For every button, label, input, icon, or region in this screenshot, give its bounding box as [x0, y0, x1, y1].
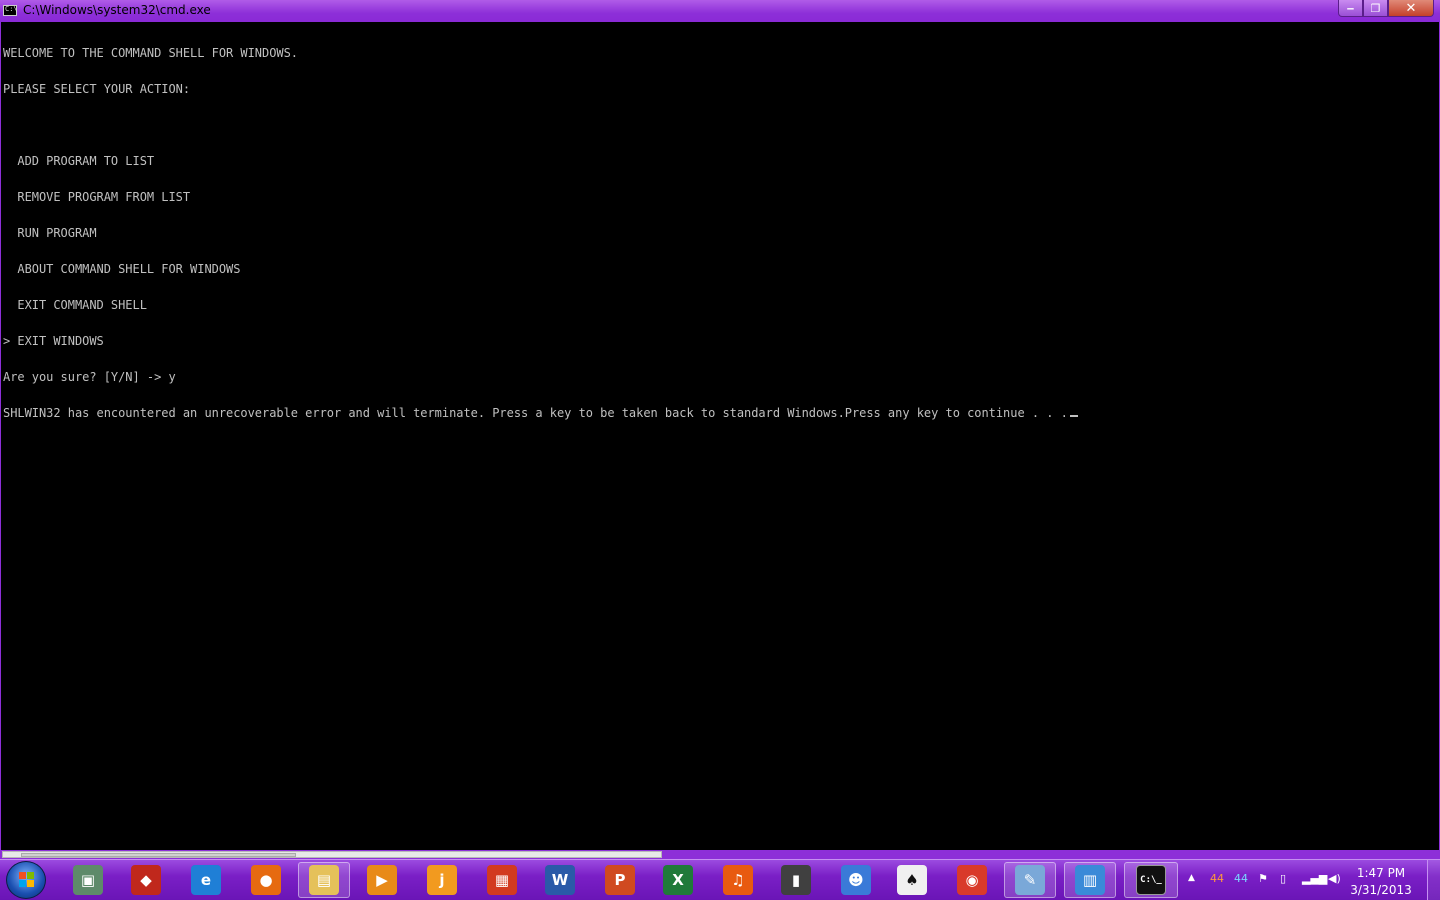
show-hidden-icons-button[interactable]: ▲ — [1188, 873, 1195, 883]
taskbar-item-windows-explorer[interactable]: ▤ — [298, 862, 350, 898]
console-text: WELCOME TO THE COMMAND SHELL FOR WINDOWS… — [3, 23, 1078, 443]
taskbar-item-firefox[interactable]: ● — [240, 862, 292, 898]
network-icon[interactable]: ▂▄▆ — [1302, 872, 1327, 885]
taskbar-item-word[interactable]: W — [534, 862, 586, 898]
console-line: WELCOME TO THE COMMAND SHELL FOR WINDOWS… — [3, 46, 298, 60]
user-icon: ☻ — [841, 865, 871, 895]
excel-icon: X — [663, 865, 693, 895]
horizontal-scrollbar-frame — [0, 850, 1440, 859]
paint-shapes-icon: ◆ — [131, 865, 161, 895]
computer-icon: ▣ — [73, 865, 103, 895]
menu-option-exit-shell: EXIT COMMAND SHELL — [3, 298, 147, 312]
chrome-icon: ◉ — [957, 865, 987, 895]
action-center-flag-icon[interactable]: ⚑ — [1258, 872, 1268, 885]
error-message-line: SHLWIN32 has encountered an unrecoverabl… — [3, 407, 1078, 419]
menu-option-about: ABOUT COMMAND SHELL FOR WINDOWS — [3, 262, 241, 276]
show-desktop-button[interactable] — [1427, 860, 1440, 900]
taskbar-item-computer[interactable]: ▣ — [62, 862, 114, 898]
cmd-window-icon[interactable] — [3, 5, 18, 16]
paint-icon: ✎ — [1015, 865, 1045, 895]
taskbar-item-movie-maker[interactable]: ▮ — [770, 862, 822, 898]
taskbar-item-media-player[interactable]: ▶ — [356, 862, 408, 898]
joinme-icon: j — [427, 865, 457, 895]
taskbar-item-internet-explorer[interactable]: e — [180, 862, 232, 898]
taskbar-item-excel[interactable]: X — [652, 862, 704, 898]
firefox-icon: ● — [251, 865, 281, 895]
taskbar-item-user[interactable]: ☻ — [830, 862, 882, 898]
horizontal-scrollbar[interactable] — [2, 851, 662, 858]
window-controls: ‒ ❐ ✕ — [1338, 0, 1434, 18]
error-message: SHLWIN32 has encountered an unrecoverabl… — [3, 406, 1068, 420]
console-output-area[interactable]: WELCOME TO THE COMMAND SHELL FOR WINDOWS… — [0, 22, 1440, 850]
taskbar-item-chrome[interactable]: ◉ — [946, 862, 998, 898]
taskbar-item-paint[interactable]: ✎ — [1004, 862, 1056, 898]
audacity-icon: ♫ — [723, 865, 753, 895]
taskbar-item-cmd[interactable]: C:\_ — [1124, 862, 1178, 898]
cmd-icon: C:\_ — [1136, 865, 1166, 895]
text-cursor — [1069, 415, 1078, 417]
media-player-icon: ▶ — [367, 865, 397, 895]
confirm-prompt: Are you sure? [Y/N] -> y — [3, 370, 176, 384]
scrollbar-thumb[interactable] — [21, 853, 296, 857]
window-title: C:\Windows\system32\cmd.exe — [23, 3, 211, 17]
taskbar-item-joinme[interactable]: j — [416, 862, 468, 898]
taskbar-item-paint-shapes[interactable]: ◆ — [120, 862, 172, 898]
taskbar: ▣ ◆ e ● ▤ ▶ j ▦ W P X ♫ ▮ ☻ ♠ ◉ ✎ ▥ C:\_ ▲ 44 44 ⚑ ▯ ▂▄▆ ◀… — [0, 859, 1440, 900]
office-icon: ▦ — [487, 865, 517, 895]
control-panel-icon: ▥ — [1075, 865, 1105, 895]
taskbar-item-office[interactable]: ▦ — [476, 862, 528, 898]
taskbar-item-control-panel[interactable]: ▥ — [1064, 862, 1116, 898]
menu-option-exit-windows: > EXIT WINDOWS — [3, 334, 104, 348]
word-icon: W — [545, 865, 575, 895]
close-button[interactable]: ✕ — [1388, 0, 1434, 17]
solitaire-icon: ♠ — [897, 865, 927, 895]
menu-option-run-program: RUN PROGRAM — [3, 226, 97, 240]
taskbar-item-powerpoint[interactable]: P — [594, 862, 646, 898]
clock-time[interactable]: 1:47 PM — [1346, 866, 1416, 880]
window-titlebar[interactable]: C:\Windows\system32\cmd.exe ‒ ❐ ✕ — [0, 0, 1440, 22]
maximize-button[interactable]: ❐ — [1363, 0, 1388, 17]
taskbar-item-audacity[interactable]: ♫ — [712, 862, 764, 898]
windows-explorer-icon: ▤ — [309, 865, 339, 895]
temp-indicator-1[interactable]: 44 — [1210, 872, 1224, 885]
internet-explorer-icon: e — [191, 865, 221, 895]
power-icon[interactable]: ▯ — [1280, 872, 1286, 885]
menu-option-add-program: ADD PROGRAM TO LIST — [3, 154, 155, 168]
system-tray: ▲ 44 44 ⚑ ▯ ▂▄▆ ◀) 1:47 PM 3/31/2013 — [1180, 860, 1440, 900]
taskbar-item-solitaire[interactable]: ♠ — [886, 862, 938, 898]
movie-maker-icon: ▮ — [781, 865, 811, 895]
start-button[interactable] — [6, 861, 46, 899]
minimize-button[interactable]: ‒ — [1338, 0, 1363, 17]
console-line: PLEASE SELECT YOUR ACTION: — [3, 82, 191, 96]
temp-indicator-2[interactable]: 44 — [1234, 872, 1248, 885]
clock-date[interactable]: 3/31/2013 — [1346, 883, 1416, 897]
menu-option-remove-program: REMOVE PROGRAM FROM LIST — [3, 190, 191, 204]
volume-icon[interactable]: ◀) — [1328, 872, 1341, 885]
powerpoint-icon: P — [605, 865, 635, 895]
